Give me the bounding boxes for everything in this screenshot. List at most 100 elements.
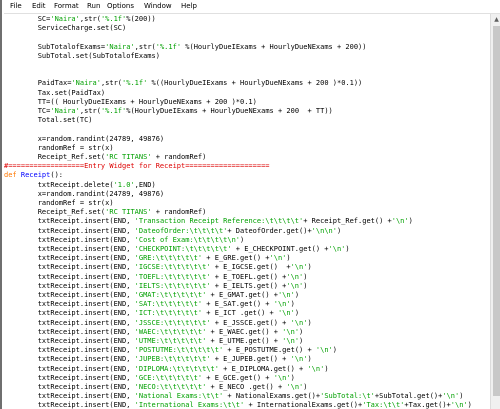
- code-token: txtReceipt.insert(END,: [4, 217, 135, 226]
- code-token: def: [4, 171, 21, 180]
- code-token: '\n': [286, 281, 304, 290]
- code-token: Total.set(TC): [4, 116, 93, 125]
- code-token: ): [459, 392, 464, 401]
- code-token: ): [332, 346, 337, 355]
- code-token: txtReceipt.insert(END,: [4, 254, 135, 263]
- scrollbar-thumb[interactable]: [493, 26, 500, 396]
- code-token: '\n': [328, 245, 346, 253]
- code-token: '\n': [282, 327, 300, 336]
- code-token: 'CHECKPOINT:\t\t\t\t\t': [134, 245, 232, 253]
- scroll-up-arrow-icon[interactable]: ▲: [493, 16, 500, 23]
- code-token: 'POSTUTME:\t\t\t\t\t': [134, 346, 224, 355]
- code-token: txtReceipt.insert(END,: [4, 327, 135, 336]
- code-token: + E_GCE.get() +: [202, 373, 274, 382]
- menu-bar: File Edit Format Run Options Window Help: [4, 0, 500, 14]
- code-token: Receipt_Ref.set(: [4, 208, 106, 217]
- code-token: Tax.set(PaidTax): [4, 88, 106, 97]
- code-token: txtReceipt.insert(END,: [4, 226, 135, 235]
- code-token: '\n': [282, 337, 300, 345]
- code-token: randomRef = str(x): [4, 143, 114, 152]
- code-token: txtReceipt.insert(END,: [4, 318, 135, 327]
- code-line[interactable]: txtReceipt.insert(END, 'International Ex…: [4, 400, 472, 409]
- menu-format[interactable]: Format: [54, 2, 79, 11]
- menu-options[interactable]: Options: [107, 2, 134, 11]
- code-token: txtReceipt.insert(END,: [4, 263, 135, 272]
- idle-editor-window: File Edit Format Run Options Window Help…: [0, 0, 500, 409]
- code-token: 'TOEFL:\t\t\t\t\t': [134, 272, 211, 281]
- code-token: 'GCE:\t\t\t\t\t': [134, 373, 203, 382]
- code-token: ): [290, 373, 295, 382]
- code-token: ): [408, 217, 413, 226]
- code-token: + E_JSSCE.get() +: [210, 318, 291, 327]
- menu-window[interactable]: Window: [144, 2, 172, 11]
- code-token: + E_GRE.get() +: [202, 254, 270, 263]
- menu-run[interactable]: Run: [87, 2, 100, 11]
- code-token: %(HourlyDueIExams + HourlyDueNExams + 20…: [181, 42, 367, 51]
- code-token: 'Transaction Receipt Reference:\t\t\t\t': [134, 217, 304, 226]
- code-token: + randomRef): [151, 153, 207, 161]
- code-token: ): [307, 263, 312, 272]
- code-token: ): [299, 337, 304, 345]
- code-token: txtReceipt.insert(END,: [4, 392, 135, 401]
- code-token: #==================Entry Widget for Rece…: [4, 162, 270, 171]
- code-token: PaidTax=: [4, 79, 72, 88]
- code-token: txtReceipt.insert(END,: [4, 373, 135, 382]
- code-token: txtReceipt.insert(END,: [4, 383, 135, 391]
- code-token: + DateofOrder.get()+: [227, 226, 312, 235]
- code-token: + E_DIPLOMA.get() +: [218, 364, 308, 373]
- code-token: 'GMAT:\t\t\t\t\t': [134, 291, 207, 299]
- code-token: 'UTME:\t\t\t\t\t': [134, 337, 207, 345]
- code-token: ): [303, 281, 308, 290]
- code-token: 'Tax:\t\t': [362, 401, 405, 409]
- code-token: txtReceipt.insert(END,: [4, 291, 135, 299]
- code-line[interactable]: Total.set(TC): [4, 115, 93, 125]
- code-token: + E_TOEFL.get() +: [210, 272, 287, 281]
- code-token: + E_ICT .get() +: [202, 309, 278, 318]
- code-token: ): [290, 300, 295, 309]
- code-token: 'International Exams:\t\t': [134, 401, 245, 409]
- code-token: txtReceipt.insert(END,: [4, 364, 135, 373]
- code-token: +SubTotal.get()+: [374, 392, 443, 401]
- code-token: '\n': [290, 263, 308, 272]
- code-token: %((HourlyDueIExams + HourlyDueNExams + 2…: [147, 79, 363, 88]
- code-token: '\n': [442, 392, 460, 401]
- code-token: 'DateofOrder:\t\t\t\t': [134, 226, 228, 235]
- code-token: ,str(: [79, 15, 101, 23]
- code-token: SC=: [4, 15, 51, 23]
- code-token: ():: [50, 171, 64, 180]
- code-token: TC=: [4, 107, 51, 115]
- code-token: '\n': [315, 346, 333, 355]
- code-token: '%.1f': [100, 107, 127, 115]
- menu-help[interactable]: Help: [181, 2, 197, 11]
- code-line[interactable]: ServiceCharge.set(SC): [4, 23, 127, 33]
- code-token: '\n': [391, 217, 409, 226]
- code-token: txtReceipt.delete(: [4, 180, 114, 189]
- menu-file[interactable]: File: [10, 2, 22, 11]
- code-token: 'WAEC:\t\t\t\t\t': [134, 327, 207, 336]
- code-editor[interactable]: SC='Naira',str( '%.1f' %(200)) ServiceChar…: [4, 14, 490, 409]
- code-token: %(HourlyDueIExams + HourlyDueNExams + 20…: [126, 107, 333, 115]
- menu-edit[interactable]: Edit: [32, 2, 46, 11]
- code-token: +Tax.get()+: [404, 401, 451, 409]
- code-token: 'Naira': [50, 15, 80, 23]
- code-token: + E_SAT.get() +: [202, 300, 274, 309]
- vertical-scrollbar[interactable]: ▲: [490, 14, 500, 409]
- code-token: '\n': [277, 291, 295, 299]
- code-token: 'SubTotal:\t': [320, 392, 375, 401]
- code-token: + E_GMAT.get() +: [206, 291, 278, 299]
- code-token: ): [299, 327, 304, 336]
- code-token: ): [307, 318, 312, 327]
- code-token: '\n': [286, 383, 304, 391]
- code-token: + NationalExams.get()+: [223, 392, 321, 401]
- code-token: 'DIPLOMA:\t\t\t\t\t': [134, 364, 219, 373]
- code-token: %(200)): [126, 15, 156, 23]
- code-token: 'GRE:\t\t\t\t\t': [134, 254, 203, 263]
- code-token: ): [303, 383, 308, 391]
- code-token: + Receipt_Ref.get() +: [303, 217, 392, 226]
- code-token: txtReceipt.insert(END,: [4, 346, 135, 355]
- code-line[interactable]: SubTotal.set(SubTotalofExams): [4, 51, 160, 61]
- code-token: '\n': [277, 309, 295, 318]
- code-token: + E_CHECKPOINT.get() +: [231, 245, 329, 253]
- code-token: ServiceCharge.set(SC): [4, 24, 127, 33]
- code-token: Receipt_Ref.set(: [4, 153, 106, 161]
